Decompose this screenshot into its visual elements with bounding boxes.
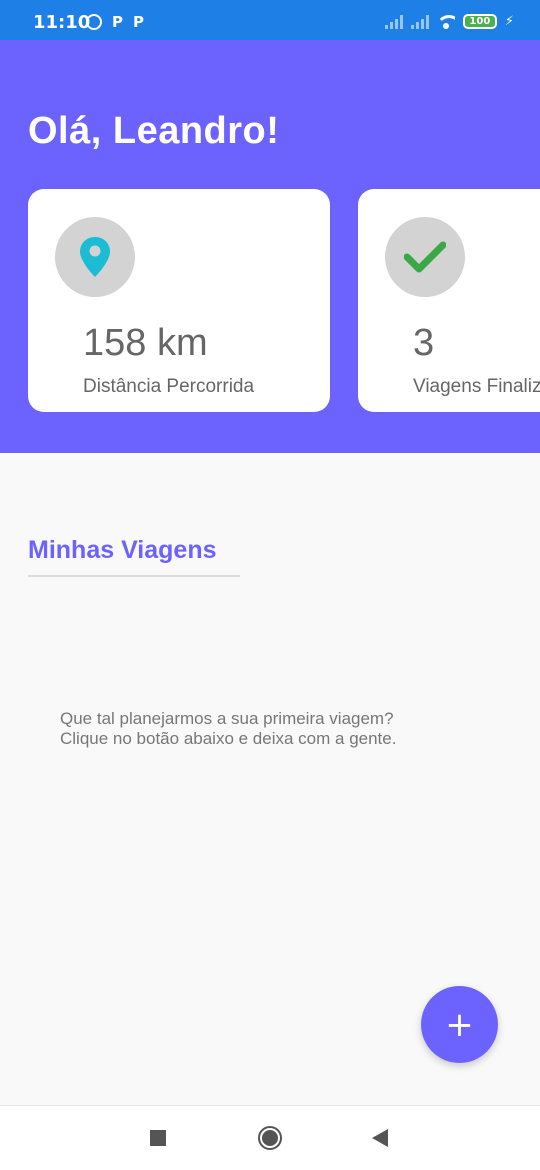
battery-icon: 100 <box>462 14 497 29</box>
stat-card-distance: 158 km Distância Percorrida <box>28 189 330 412</box>
signal-icon <box>384 14 403 29</box>
header: Olá, Leandro! 158 km Distância Percorrid… <box>0 40 540 453</box>
card-icon-circle <box>55 217 135 297</box>
card-icon-circle <box>385 217 465 297</box>
empty-state-line-1: Que tal planejarmos a sua primeira viage… <box>60 709 394 728</box>
stat-card-trips: 3 Viagens Finalizadas <box>358 189 540 412</box>
status-bar: 11:10 P P 100 ⚡ <box>0 0 540 40</box>
status-system-icons: 100 ⚡ <box>384 14 514 29</box>
section-underline <box>28 575 240 577</box>
status-time: 11:10 <box>33 12 91 33</box>
location-pin-icon <box>80 237 110 277</box>
plus-icon: + <box>445 1004 474 1045</box>
distance-label: Distância Percorrida <box>83 376 255 397</box>
empty-state-line-2: Clique no botão abaixo e deixa com a gen… <box>60 729 397 748</box>
alarm-icon <box>86 14 102 30</box>
add-trip-button[interactable]: + <box>421 986 498 1063</box>
signal-icon <box>410 14 429 29</box>
back-button[interactable] <box>372 1129 388 1147</box>
p-notification-icon: P <box>133 13 144 31</box>
distance-value: 158 km <box>83 322 208 364</box>
trips-label: Viagens Finalizadas <box>413 376 540 397</box>
wifi-icon <box>436 14 455 29</box>
charging-icon: ⚡ <box>504 14 514 29</box>
greeting-title: Olá, Leandro! <box>28 110 280 152</box>
recents-button[interactable] <box>150 1130 166 1146</box>
empty-state-message: Que tal planejarmos a sua primeira viage… <box>60 709 500 749</box>
home-button[interactable] <box>258 1126 282 1150</box>
check-icon <box>404 241 446 273</box>
section-title: Minhas Viagens <box>28 536 217 564</box>
system-nav-bar <box>0 1105 540 1170</box>
status-notification-icons: P P <box>86 13 144 31</box>
p-notification-icon: P <box>112 13 123 31</box>
trips-value: 3 <box>413 322 435 364</box>
